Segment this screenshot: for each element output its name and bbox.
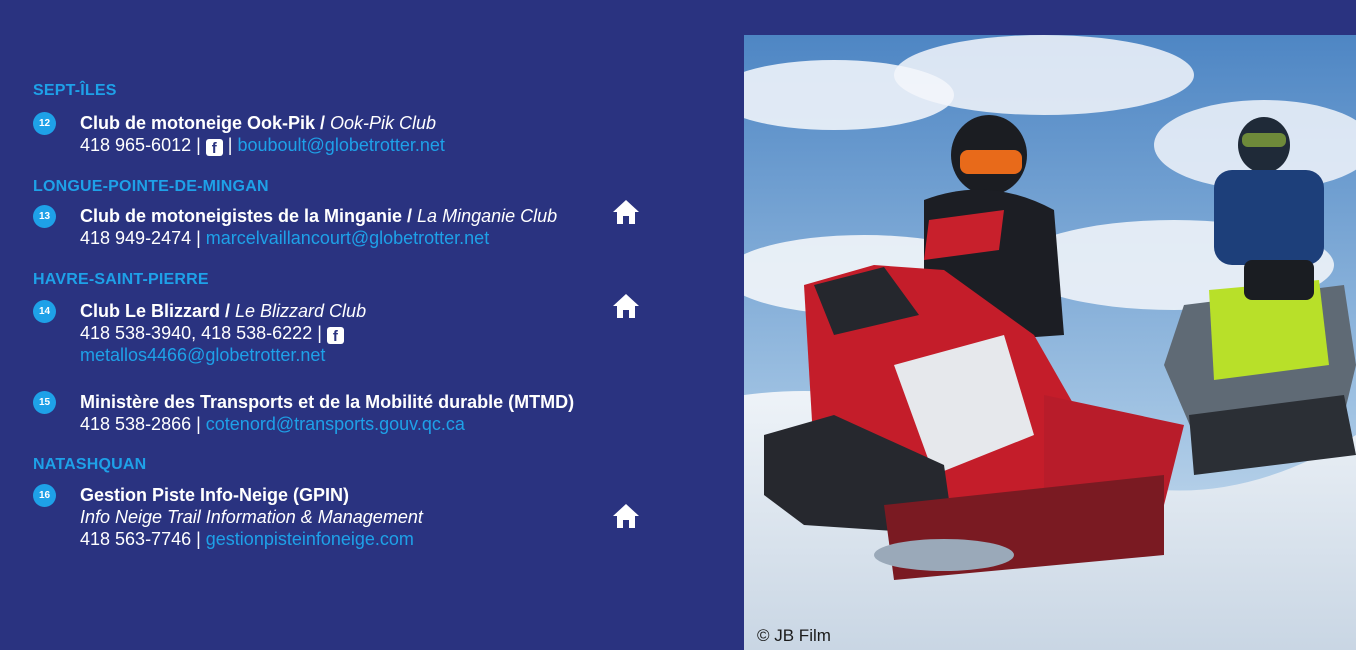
entry-phone: 418 949-2474 |	[80, 228, 206, 248]
entry-number-badge: 16	[33, 484, 56, 507]
home-icon	[613, 294, 639, 318]
entry-name: Club de motoneige Ook-Pik / Ook-Pik Club	[80, 112, 620, 134]
entry-name: Club Le Blizzard / Le Blizzard Club	[80, 300, 620, 322]
entry-phone: 418 563-7746 |	[80, 529, 206, 549]
entry-contact: 418 949-2474 | marcelvaillancourt@globet…	[80, 227, 620, 249]
entry-email-link[interactable]: bouboult@globetrotter.net	[237, 135, 444, 155]
entry-contact: 418 538-3940, 418 538-6222 | f	[80, 322, 620, 345]
entry-email-link[interactable]: metallos4466@globetrotter.net	[80, 344, 620, 366]
facebook-icon[interactable]: f	[326, 327, 344, 345]
entry-email-link[interactable]: marcelvaillancourt@globetrotter.net	[206, 228, 489, 248]
facebook-icon[interactable]: f	[205, 139, 223, 157]
entry-name: Gestion Piste Info-Neige (GPIN)	[80, 485, 350, 505]
region-heading-havre-saint-pierre: HAVRE-SAINT-PIERRE	[33, 271, 209, 288]
entry-name: Ministère des Transports et de la Mobili…	[80, 392, 575, 412]
entry-name: Club de motoneigistes de la Minganie / L…	[80, 205, 620, 227]
region-heading-natashquan: NATASHQUAN	[33, 456, 147, 473]
entry-name-fr: Club de motoneige Ook-Pik /	[80, 113, 331, 133]
snowmobile-illustration	[744, 35, 1356, 650]
entry-name-fr: Club de motoneigistes de la Minganie /	[80, 206, 418, 226]
entry-name-en: Ook-Pik Club	[330, 113, 437, 133]
entry-phone: 418 538-2866 |	[80, 414, 206, 434]
entry-name-en: Le Blizzard Club	[235, 301, 367, 321]
entry-phone: 418 965-6012 |	[80, 135, 206, 155]
entry-contact: 418 538-2866 | cotenord@transports.gouv.…	[80, 413, 620, 435]
region-heading-sept-iles: SEPT-ÎLES	[33, 82, 117, 99]
entry-website-link[interactable]: gestionpisteinfoneige.com	[206, 529, 414, 549]
entry-contact: 418 965-6012 | f | bouboult@globetrotter…	[80, 134, 620, 157]
entry-name-en: Info Neige Trail Information & Managemen…	[80, 507, 423, 527]
home-icon	[613, 200, 639, 224]
separator: |	[222, 135, 238, 155]
entry-number-badge: 14	[33, 300, 56, 323]
region-heading-longue-pointe: LONGUE-POINTE-DE-MINGAN	[33, 178, 269, 195]
entry-phone: 418 538-3940, 418 538-6222 |	[80, 323, 327, 343]
entry-number-badge: 13	[33, 205, 56, 228]
home-icon	[613, 504, 639, 528]
entry-name-en: La Minganie Club	[417, 206, 558, 226]
entry-name-fr: Club Le Blizzard /	[80, 301, 236, 321]
snowmobile-photo	[744, 35, 1356, 650]
entry-contact: 418 563-7746 | gestionpisteinfoneige.com	[80, 528, 620, 550]
entry-number-badge: 12	[33, 112, 56, 135]
entry-number-badge: 15	[33, 391, 56, 414]
entry-email-link[interactable]: cotenord@transports.gouv.qc.ca	[206, 414, 465, 434]
photo-credit: © JB Film	[757, 626, 831, 645]
